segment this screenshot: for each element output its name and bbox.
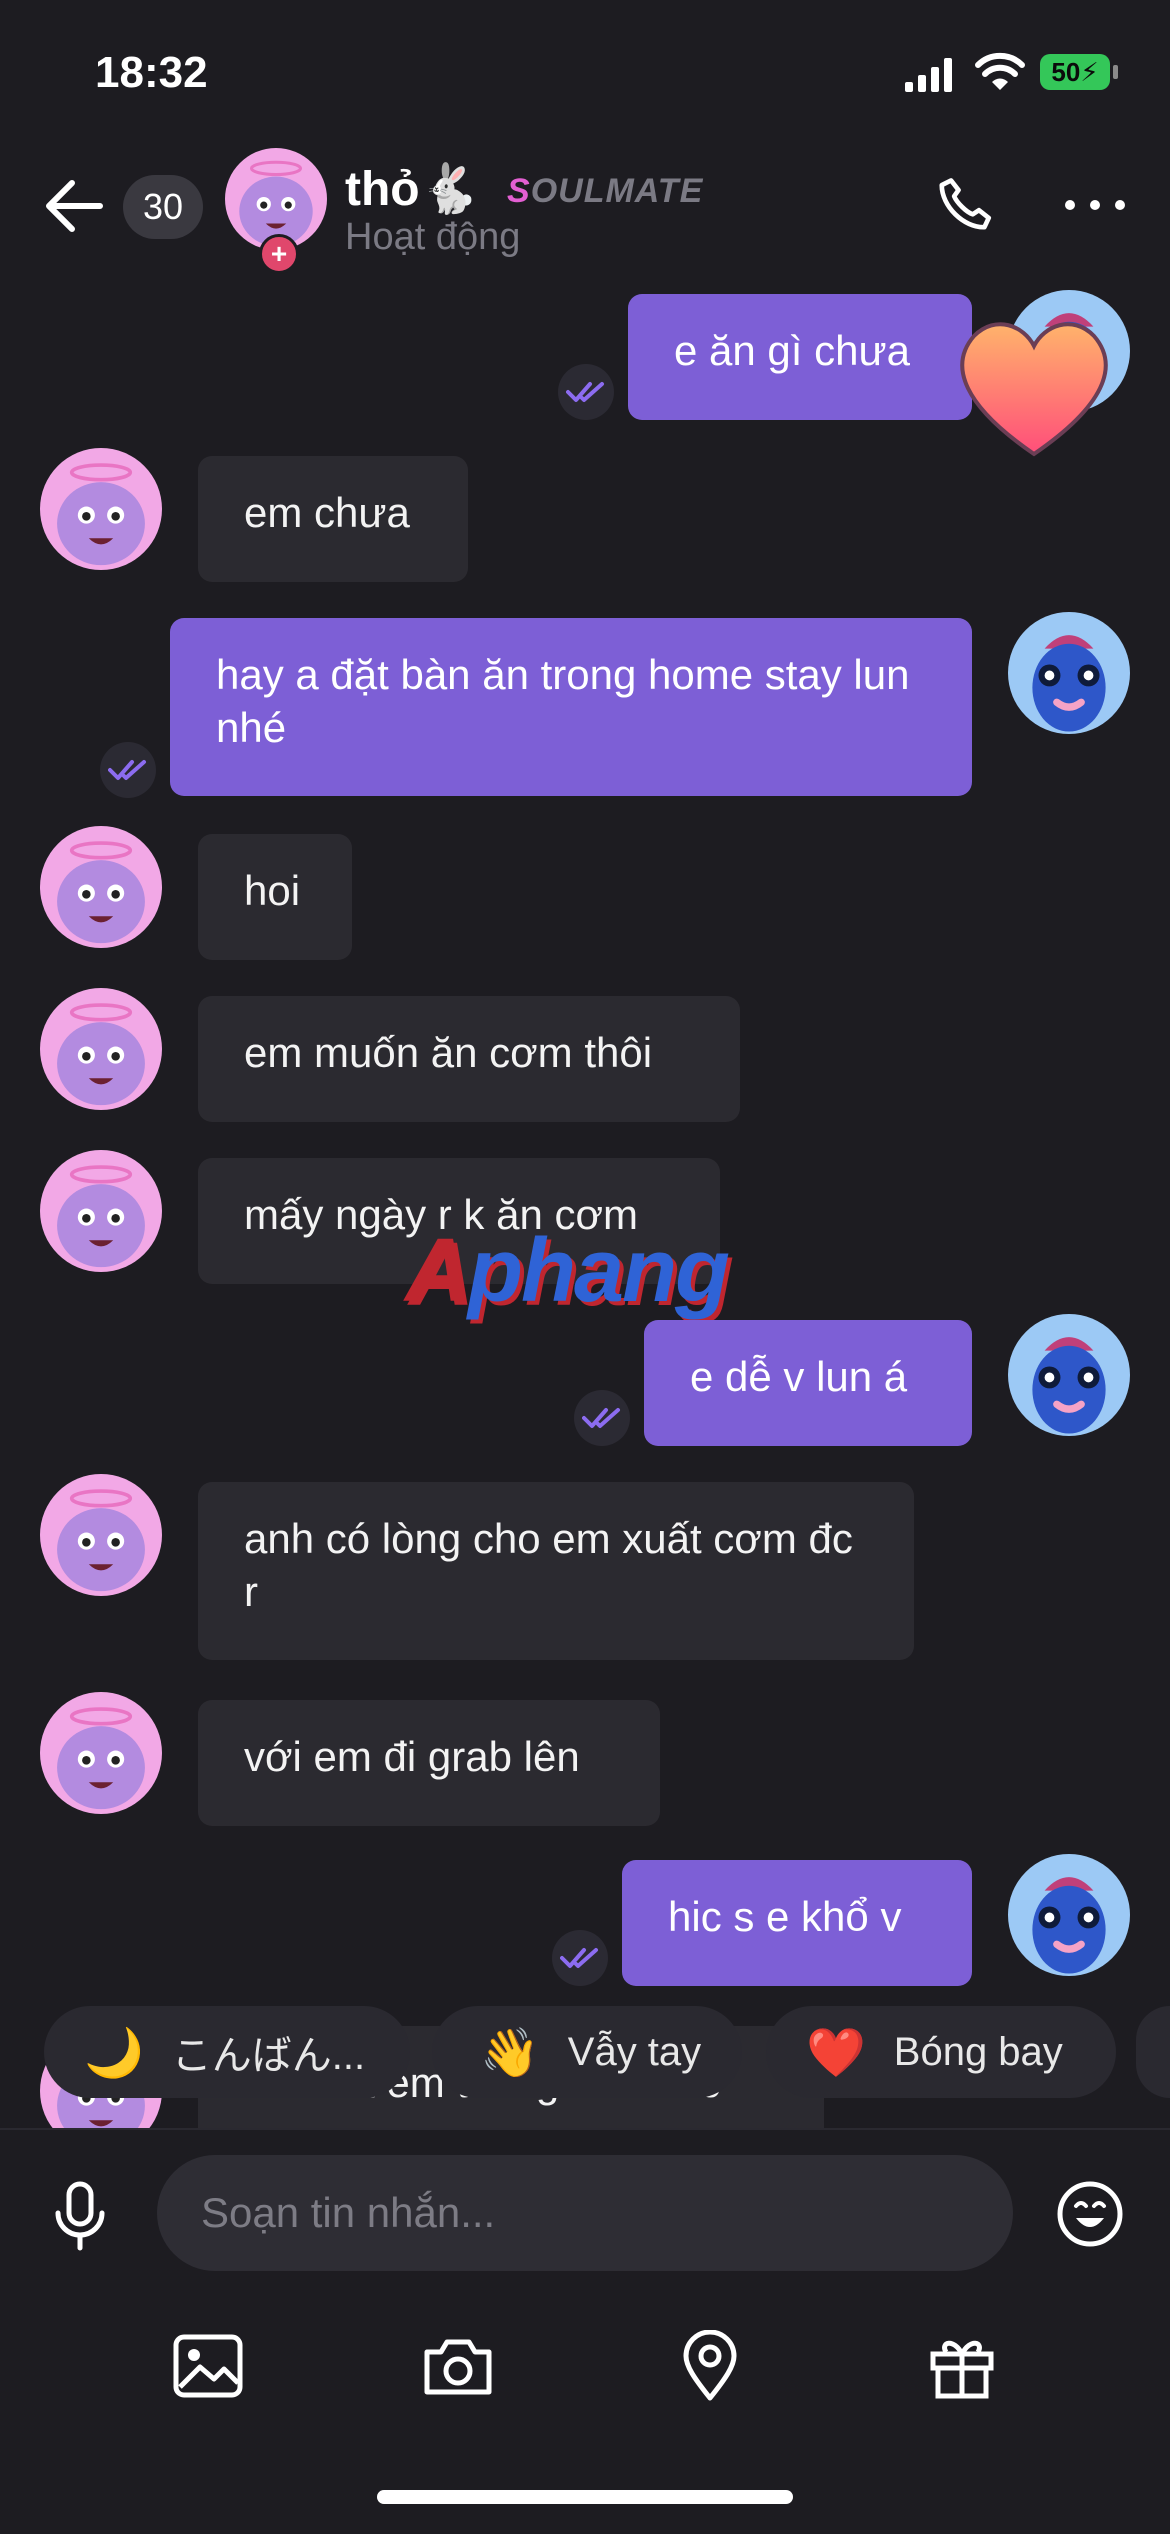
gallery-button[interactable]	[168, 2326, 248, 2406]
message-bubble-incoming[interactable]: em chưa	[198, 456, 468, 582]
quick-reply-label: Vẫy tay	[567, 2029, 702, 2074]
seen-check-icon	[552, 1930, 608, 1986]
call-button[interactable]	[930, 170, 1000, 240]
gift-icon	[930, 2340, 994, 2399]
emoji-icon	[1057, 2181, 1123, 2247]
my-avatar[interactable]	[1008, 612, 1130, 734]
soulmate-initial: S	[507, 172, 531, 210]
battery-level: 50	[1051, 56, 1081, 87]
quick-reply-label: こんばん...	[171, 2034, 366, 2078]
watermark-rest: phang	[468, 1221, 730, 1321]
my-avatar[interactable]	[1008, 1854, 1130, 1976]
phone-icon	[939, 178, 992, 230]
message-bubble-incoming[interactable]: anh có lòng cho em xuất cơm đc r	[198, 1482, 914, 1660]
back-arrow-icon	[46, 180, 103, 232]
my-avatar[interactable]	[1008, 1314, 1130, 1436]
watermark: Aphang	[405, 1220, 730, 1323]
contact-avatar-small[interactable]	[40, 1692, 162, 1814]
message-bubble-incoming[interactable]: hoi	[198, 834, 352, 960]
message-input[interactable]	[157, 2155, 1013, 2271]
wave-icon: 👋	[480, 2026, 540, 2080]
message-bubble-outgoing[interactable]: hic s e khổ v	[622, 1860, 972, 1986]
heart-reaction-icon	[944, 306, 1124, 466]
message-bubble-outgoing[interactable]: e ăn gì chưa	[628, 294, 972, 420]
quick-reply-chip[interactable]: 🌙 こんばん...	[44, 2006, 410, 2098]
contact-avatar-small[interactable]	[40, 1150, 162, 1272]
contact-avatar-small[interactable]	[40, 448, 162, 570]
soulmate-badge: SOULMATE	[507, 172, 703, 211]
mic-icon	[55, 2181, 105, 2251]
contact-avatar-small[interactable]	[40, 1474, 162, 1596]
back-button[interactable]	[40, 176, 108, 236]
seen-check-icon	[574, 1390, 630, 1446]
location-button[interactable]	[670, 2326, 750, 2406]
battery-indicator: 50 ⚡	[1040, 54, 1118, 90]
quick-reply-label: Bóng bay	[893, 2029, 1063, 2074]
signal-icon	[905, 58, 952, 92]
location-icon	[683, 2330, 737, 2401]
message-bubble-incoming[interactable]: với em đi grab lên	[198, 1700, 660, 1826]
contact-avatar-small[interactable]	[40, 988, 162, 1110]
seen-check-icon	[100, 742, 156, 798]
quick-reply-chip-partial[interactable]	[1136, 2006, 1170, 2098]
moon-icon: 🌙	[84, 2026, 144, 2080]
quick-reply-chip[interactable]: 👋 Vẫy tay	[432, 2006, 742, 2098]
camera-button[interactable]	[418, 2326, 498, 2406]
contact-status: Hoạt động	[345, 216, 521, 258]
mic-button[interactable]	[42, 2178, 118, 2254]
watermark-initial: A	[405, 1221, 470, 1321]
status-time: 18:32	[95, 48, 208, 97]
contact-name[interactable]: thỏ🐇	[345, 160, 479, 217]
message-bubble-incoming[interactable]: em muốn ăn cơm thôi	[198, 996, 740, 1122]
wifi-icon	[975, 52, 1025, 90]
more-button[interactable]	[1060, 170, 1130, 240]
more-icon	[1065, 200, 1125, 210]
gift-button[interactable]	[922, 2326, 1002, 2406]
home-indicator[interactable]	[377, 2490, 793, 2504]
camera-icon	[424, 2339, 492, 2395]
soulmate-rest: OULMATE	[530, 172, 704, 210]
seen-check-icon	[558, 364, 614, 420]
quick-reply-chip[interactable]: ❤️ Bóng bay	[766, 2006, 1116, 2098]
unread-count-badge: 30	[123, 175, 203, 239]
message-bubble-outgoing[interactable]: hay a đặt bàn ăn trong home stay lun nhé	[170, 618, 972, 796]
add-contact-badge[interactable]: +	[259, 234, 299, 274]
heart-icon: ❤️	[806, 2026, 866, 2080]
image-icon	[173, 2334, 243, 2398]
message-bubble-outgoing[interactable]: e dễ v lun á	[644, 1320, 972, 1446]
contact-avatar-small[interactable]	[40, 826, 162, 948]
emoji-button[interactable]	[1052, 2176, 1128, 2252]
